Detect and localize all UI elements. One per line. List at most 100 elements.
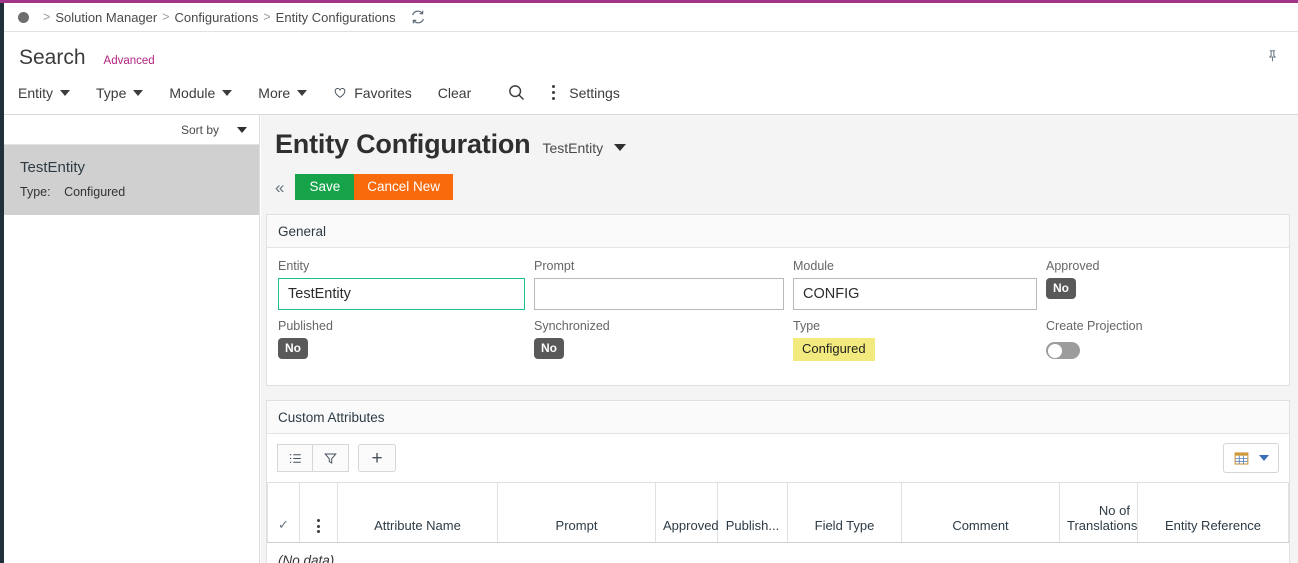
field-published-label: Published (278, 319, 333, 333)
field-entity: Entity (278, 259, 525, 319)
page-title: Entity Configuration (275, 129, 531, 159)
search-icon[interactable] (507, 83, 526, 102)
breadcrumb-item-entity-configurations[interactable]: Entity Configurations (276, 10, 396, 25)
home-dot-icon[interactable] (18, 11, 29, 23)
app-window: > Solution Manager > Configurations > En… (0, 0, 1298, 563)
column-header-comment[interactable]: Comment (901, 482, 1060, 543)
field-prompt: Prompt (534, 259, 784, 319)
column-header-prompt[interactable]: Prompt (497, 482, 656, 543)
favorites-label: Favorites (354, 84, 412, 101)
result-item-name: TestEntity (20, 159, 86, 176)
sort-row[interactable]: Sort by (4, 115, 259, 145)
select-all-checkbox[interactable]: ✓ (267, 482, 300, 543)
field-create-projection: Create Projection (1046, 319, 1278, 373)
breadcrumb-item-solution-manager[interactable]: Solution Manager (55, 10, 157, 25)
save-button[interactable]: Save (295, 174, 355, 200)
field-synchronized: Synchronized No (534, 319, 784, 373)
column-header-published[interactable]: Publish... (717, 482, 788, 543)
result-item-meta-value: Configured (64, 185, 126, 199)
field-module-label: Module (793, 259, 834, 273)
filter-entity[interactable]: Entity (18, 84, 71, 101)
pin-icon[interactable] (1265, 48, 1280, 69)
breadcrumb-item-configurations[interactable]: Configurations (175, 10, 259, 25)
advanced-search-link[interactable]: Advanced (104, 55, 155, 67)
filter-type[interactable]: Type (96, 84, 144, 101)
field-module: Module (793, 259, 1037, 319)
type-chip: Configured (793, 338, 875, 361)
row-actions-menu[interactable] (299, 482, 338, 543)
search-title-row: Search Advanced (4, 32, 1298, 70)
filter-funnel-icon[interactable] (313, 444, 349, 472)
toolbar-button-group (277, 444, 349, 472)
settings-button[interactable]: Settings (569, 85, 620, 101)
column-header-field-type[interactable]: Field Type (787, 482, 902, 543)
chevron-down-icon (1259, 455, 1269, 461)
custom-attributes-toolbar: + (267, 434, 1289, 482)
field-type-label: Type (793, 319, 821, 333)
filter-more[interactable]: More (258, 85, 308, 101)
column-header-entity-reference[interactable]: Entity Reference (1137, 482, 1289, 543)
module-input[interactable] (793, 278, 1037, 310)
refresh-icon[interactable] (410, 9, 426, 25)
custom-attributes-card: Custom Attributes + ✓ Attribute Name Pro… (266, 400, 1290, 563)
filter-type-label: Type (96, 84, 127, 101)
chevron-down-icon (297, 89, 308, 96)
field-approved: Approved No (1046, 259, 1278, 319)
custom-attributes-table: ✓ Attribute Name Prompt Approved Publish… (267, 482, 1289, 543)
filter-entity-label: Entity (18, 84, 54, 101)
list-view-icon[interactable] (277, 444, 313, 472)
favorites-button[interactable]: Favorites (333, 85, 412, 101)
table-empty-message: (No data) (278, 553, 335, 563)
filter-module[interactable]: Module (169, 84, 233, 101)
column-header-approved[interactable]: Approved (655, 482, 719, 543)
result-item-meta: Type: Configured (20, 185, 259, 199)
field-type: Type Configured (793, 319, 1037, 373)
create-projection-toggle[interactable] (1046, 342, 1080, 359)
table-grid-icon (1234, 451, 1249, 465)
list-item[interactable]: TestEntity Type: Configured (4, 145, 259, 215)
breadcrumb-separator-1: > (162, 10, 170, 24)
chevron-down-icon (133, 89, 144, 96)
prompt-input[interactable] (534, 278, 784, 310)
chevron-down-icon[interactable] (614, 144, 627, 151)
field-prompt-label: Prompt (534, 259, 575, 273)
breadcrumb-separator-0: > (43, 10, 51, 24)
entity-input[interactable] (278, 278, 525, 310)
field-create-projection-label: Create Projection (1046, 319, 1143, 333)
add-attribute-button[interactable]: + (358, 444, 396, 472)
chevron-down-icon (222, 89, 233, 96)
grid-layout-selector[interactable] (1223, 443, 1279, 473)
published-badge: No (278, 338, 308, 359)
settings-label: Settings (569, 84, 620, 101)
search-header: Search Advanced Entity Type Module More (4, 32, 1298, 115)
results-panel: Sort by TestEntity Type: Configured (4, 115, 260, 563)
general-card: General Entity Prompt Module (266, 214, 1290, 386)
more-vertical-icon[interactable] (552, 85, 556, 100)
left-nav-rail (0, 3, 4, 563)
general-card-title: General (267, 215, 1289, 248)
chevron-down-icon (237, 126, 247, 133)
plus-icon: + (371, 447, 383, 469)
general-card-body: Entity Prompt Module Approved No (267, 248, 1289, 385)
custom-attributes-card-title: Custom Attributes (267, 401, 1289, 434)
action-row: « Save Cancel New (261, 160, 1298, 200)
clear-label: Clear (437, 84, 472, 101)
table-header-row: ✓ Attribute Name Prompt Approved Publish… (267, 482, 1289, 543)
synchronized-badge: No (534, 338, 564, 359)
double-chevron-left-icon[interactable]: « (275, 179, 284, 196)
filter-module-label: Module (169, 84, 216, 101)
field-approved-label: Approved (1046, 259, 1100, 273)
clear-button[interactable]: Clear (438, 85, 471, 101)
breadcrumb: > Solution Manager > Configurations > En… (4, 3, 1298, 32)
column-header-attribute-name[interactable]: Attribute Name (337, 482, 498, 543)
chevron-down-icon (60, 89, 71, 96)
cancel-new-button[interactable]: Cancel New (354, 174, 454, 200)
result-item-meta-key: Type: (20, 185, 51, 199)
field-entity-label: Entity (278, 259, 310, 273)
breadcrumb-separator-2: > (263, 10, 271, 24)
field-synchronized-label: Synchronized (534, 319, 610, 333)
toggle-knob (1047, 343, 1062, 358)
column-header-no-of-translations[interactable]: No of Translations (1059, 482, 1138, 543)
more-vertical-icon (317, 519, 320, 533)
main-content: Entity Configuration TestEntity « Save C… (261, 115, 1298, 563)
